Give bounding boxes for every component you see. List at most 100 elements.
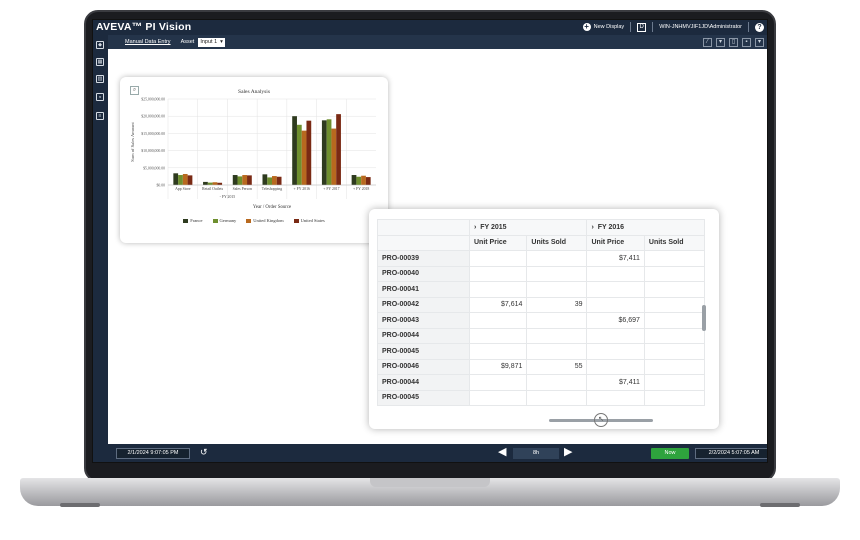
bar bbox=[203, 181, 208, 185]
end-time-field[interactable]: 2/2/2024 5:07:05 AM bbox=[695, 448, 768, 459]
table-cell[interactable] bbox=[526, 389, 588, 406]
table-cell[interactable] bbox=[586, 327, 645, 344]
bar bbox=[356, 176, 362, 185]
forward-arrow-icon[interactable]: ▶ bbox=[564, 447, 572, 458]
table-cell[interactable] bbox=[643, 343, 706, 360]
x-tick-label: + FY 2018 bbox=[353, 187, 369, 191]
table-cell[interactable]: $9,871 bbox=[468, 358, 528, 375]
table-row[interactable]: PRO-00046 $9,871 55 bbox=[377, 358, 706, 375]
y-tick-label: $0.00 bbox=[156, 184, 165, 188]
table-row[interactable]: PRO-00042 $7,614 39 bbox=[377, 296, 706, 313]
table-cell[interactable] bbox=[468, 250, 528, 267]
grid-icon[interactable]: ▦ bbox=[96, 58, 104, 66]
table-cell[interactable] bbox=[586, 296, 645, 313]
table-cell[interactable]: 39 bbox=[526, 296, 588, 313]
table-cell[interactable] bbox=[468, 265, 528, 282]
table-cell[interactable] bbox=[643, 358, 706, 375]
table-row[interactable]: PRO-00041 bbox=[377, 281, 706, 298]
table-cell[interactable] bbox=[643, 327, 706, 344]
table-cell[interactable] bbox=[468, 343, 528, 360]
bar bbox=[237, 176, 243, 185]
table-row[interactable]: PRO-00045 bbox=[377, 343, 706, 360]
save-icon[interactable]: ▪ bbox=[742, 37, 751, 47]
legend-item[interactable]: France bbox=[183, 218, 203, 223]
table-cell[interactable]: $7,614 bbox=[468, 296, 528, 313]
table-cell[interactable] bbox=[468, 327, 528, 344]
start-time-field[interactable]: 2/1/2024 9:07:05 PM bbox=[116, 448, 190, 459]
table-cell[interactable] bbox=[586, 281, 645, 298]
table-cell[interactable]: $6,697 bbox=[586, 312, 645, 329]
database-icon[interactable]: ≡ bbox=[96, 112, 104, 120]
table-cell[interactable] bbox=[643, 312, 706, 329]
table-cell[interactable]: 55 bbox=[526, 358, 588, 375]
group-header-fy2015[interactable]: › FY 2015 bbox=[468, 219, 588, 236]
user-name[interactable]: WIN-JNHMVJIF1JD\Administrator bbox=[659, 24, 742, 30]
legend-item[interactable]: United States bbox=[293, 218, 325, 223]
now-button[interactable]: Now bbox=[651, 448, 689, 459]
table-cell[interactable] bbox=[468, 281, 528, 298]
display-icon[interactable]: D bbox=[637, 22, 647, 32]
bar bbox=[232, 175, 238, 185]
vertical-scrollbar[interactable] bbox=[702, 305, 706, 331]
table-cell[interactable] bbox=[526, 250, 588, 267]
bar bbox=[242, 175, 248, 185]
table-cell[interactable] bbox=[526, 327, 588, 344]
trend-icon[interactable]: ⁄ bbox=[703, 37, 712, 47]
table-cell[interactable] bbox=[643, 296, 706, 313]
asset-select[interactable]: Input 1 ▾ bbox=[198, 37, 225, 47]
bar bbox=[351, 175, 357, 185]
table-cell[interactable] bbox=[526, 265, 588, 282]
table-cell[interactable] bbox=[526, 374, 588, 391]
table-cell[interactable] bbox=[586, 358, 645, 375]
chevron-down-icon[interactable]: ▾ bbox=[716, 37, 725, 47]
table-row[interactable]: PRO-00044 $7,411 bbox=[377, 374, 706, 391]
menu-chevron-icon[interactable]: ▾ bbox=[755, 37, 764, 47]
refresh-icon[interactable]: ↺ bbox=[200, 447, 208, 458]
pivot-table-card[interactable]: › FY 2015 › FY 2016 Unit Price Units Sol… bbox=[369, 209, 719, 429]
table-cell[interactable]: $7,411 bbox=[586, 374, 645, 391]
cursor-icon: ↖ bbox=[594, 413, 608, 427]
table-cell[interactable] bbox=[526, 343, 588, 360]
legend-item[interactable]: United Kingdom bbox=[246, 218, 284, 223]
table-row[interactable]: PRO-00044 bbox=[377, 327, 706, 344]
table-cell[interactable] bbox=[643, 281, 706, 298]
table-cell[interactable] bbox=[586, 343, 645, 360]
cube-icon[interactable]: ◆ bbox=[96, 41, 104, 49]
table-cell[interactable] bbox=[586, 389, 645, 406]
back-arrow-icon[interactable]: ◀ bbox=[498, 447, 506, 458]
table-cell[interactable] bbox=[643, 389, 706, 406]
sales-analysis-chart-card[interactable]: $25,000,000.00 $20,000,000.00 $15,000,000.… bbox=[120, 77, 388, 243]
table-cell[interactable] bbox=[526, 312, 588, 329]
table-cell[interactable] bbox=[586, 265, 645, 282]
table-row[interactable]: PRO-00039 $7,411 bbox=[377, 250, 706, 267]
chevron-down-icon: ▾ bbox=[220, 38, 223, 45]
table-row[interactable]: PRO-00045 bbox=[377, 389, 706, 406]
table-row[interactable]: PRO-00043 $6,697 bbox=[377, 312, 706, 329]
table-row[interactable]: PRO-00040 bbox=[377, 265, 706, 282]
manual-data-entry-link[interactable]: Manual Data Entry bbox=[125, 39, 171, 45]
table-cell[interactable] bbox=[468, 374, 528, 391]
column-header[interactable]: Units Sold bbox=[643, 234, 706, 251]
duration-field[interactable]: 8h bbox=[513, 448, 559, 459]
table-cell[interactable] bbox=[643, 374, 706, 391]
table-cell[interactable] bbox=[468, 312, 528, 329]
library-icon[interactable]: ▥ bbox=[96, 75, 104, 83]
coffee-cup-icon[interactable]: ◒ bbox=[96, 93, 104, 101]
table-cell[interactable] bbox=[526, 281, 588, 298]
column-header[interactable]: Unit Price bbox=[468, 234, 528, 251]
group-header-row: › FY 2015 › FY 2016 bbox=[377, 219, 705, 236]
new-display-button[interactable]: + New Display bbox=[582, 23, 625, 31]
table-cell[interactable] bbox=[643, 265, 706, 282]
new-display-label: New Display bbox=[593, 24, 625, 30]
table-cell[interactable] bbox=[468, 389, 528, 406]
table-cell[interactable]: $7,411 bbox=[586, 250, 645, 267]
legend-item[interactable]: Germany bbox=[212, 218, 236, 223]
help-icon[interactable]: ? bbox=[755, 22, 764, 32]
split-view-icon[interactable]: ▯ bbox=[729, 37, 738, 47]
laptop-notch bbox=[370, 478, 490, 487]
column-header[interactable]: Unit Price bbox=[586, 234, 645, 251]
table-cell[interactable] bbox=[643, 250, 706, 267]
group-header-fy2016[interactable]: › FY 2016 bbox=[586, 219, 705, 236]
column-header[interactable]: Units Sold bbox=[526, 234, 588, 251]
bar bbox=[182, 173, 188, 185]
